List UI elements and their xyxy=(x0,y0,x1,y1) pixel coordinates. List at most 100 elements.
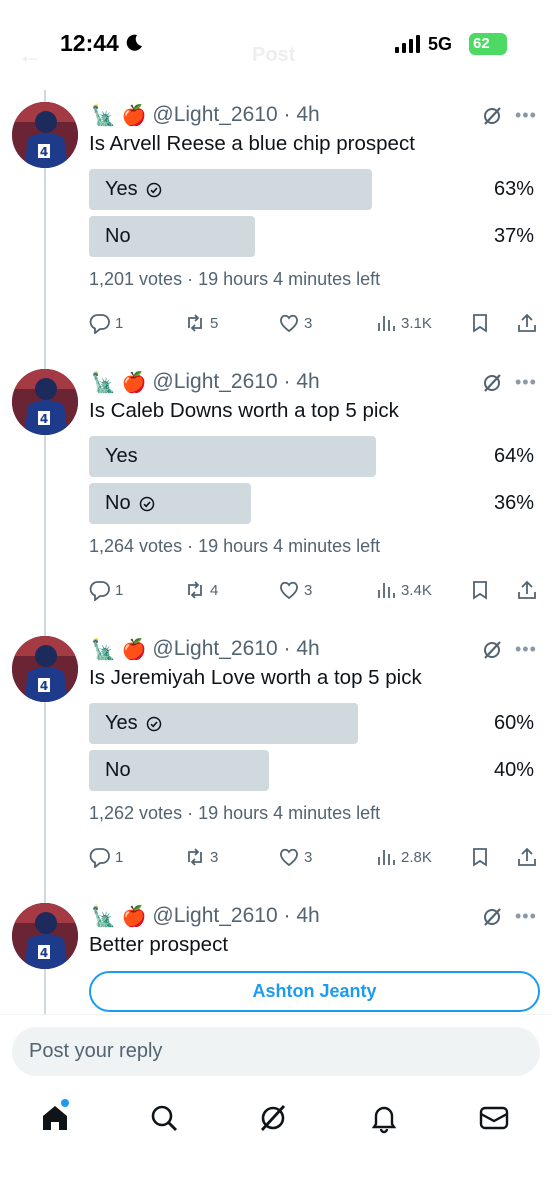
views-button[interactable]: 3.4K xyxy=(375,579,432,601)
bookmark-button[interactable] xyxy=(469,312,495,334)
messages-icon xyxy=(479,1106,509,1130)
poll-option-no[interactable]: No 36% xyxy=(89,483,538,524)
grok-icon[interactable] xyxy=(481,372,503,394)
poll-option-percent: 64% xyxy=(493,445,534,467)
like-button[interactable]: 3 xyxy=(278,846,312,868)
tab-grok[interactable] xyxy=(257,1102,289,1134)
post-header: ← Post xyxy=(0,42,552,72)
more-icon[interactable]: ••• xyxy=(515,105,539,125)
post-text: Is Arvell Reese a blue chip prospect xyxy=(89,132,415,155)
separator-dot: · xyxy=(277,103,297,126)
repost-button[interactable]: 5 xyxy=(184,312,218,334)
more-icon[interactable]: ••• xyxy=(515,906,539,926)
display-name-emoji: 🗽 🍎 xyxy=(91,905,147,928)
bookmark-button[interactable] xyxy=(469,579,495,601)
avatar[interactable]: 4 xyxy=(12,636,78,702)
post-header-line: 🗽 🍎 @Light_2610 · 4h xyxy=(91,369,320,395)
reply-icon xyxy=(89,848,110,868)
search-icon xyxy=(151,1105,177,1131)
reply-input[interactable] xyxy=(12,1027,540,1076)
views-icon xyxy=(378,316,395,331)
views-button[interactable]: 2.8K xyxy=(375,846,432,868)
poll-option-yes[interactable]: Yes 64% xyxy=(89,436,538,477)
poll-option-yes[interactable]: Yes 63% xyxy=(89,169,538,210)
more-icon[interactable]: ••• xyxy=(515,639,539,659)
post-header-line: 🗽 🍎 @Light_2610 · 4h xyxy=(91,102,320,128)
views-icon xyxy=(378,583,395,598)
thread-line xyxy=(44,90,46,1014)
avatar-image: 4 xyxy=(12,636,78,702)
views-icon xyxy=(378,850,395,865)
check-circle-icon xyxy=(146,182,161,197)
notifications-icon xyxy=(371,1106,397,1134)
poll-option-no[interactable]: No 37% xyxy=(89,216,538,257)
post-header-line: 🗽 🍎 @Light_2610 · 4h xyxy=(91,903,320,929)
tab-search[interactable] xyxy=(148,1102,180,1134)
bookmark-button[interactable] xyxy=(469,846,495,868)
grok-icon[interactable] xyxy=(481,105,503,127)
like-button[interactable]: 3 xyxy=(278,312,312,334)
reply-count: 1 xyxy=(115,581,124,599)
share-button[interactable] xyxy=(516,579,542,601)
avatar-image: 4 xyxy=(12,903,78,969)
separator-dot: · xyxy=(277,370,297,393)
like-button[interactable]: 3 xyxy=(278,579,312,601)
heart-icon xyxy=(280,848,298,867)
repost-icon xyxy=(188,314,202,332)
reply-button[interactable]: 1 xyxy=(89,846,123,868)
grok-icon xyxy=(260,1105,286,1131)
poll-meta: 1,201 votes · 19 hours 4 minutes left xyxy=(89,269,381,289)
user-handle[interactable]: @Light_2610 xyxy=(152,637,277,661)
avatar[interactable]: 4 xyxy=(12,102,78,168)
tab-messages[interactable] xyxy=(478,1102,510,1134)
reply-count: 1 xyxy=(115,848,124,866)
reply-bar xyxy=(0,1014,552,1090)
repost-count: 3 xyxy=(210,848,219,866)
post-time[interactable]: 4h xyxy=(296,637,319,661)
repost-button[interactable]: 4 xyxy=(184,579,218,601)
post-text: Is Caleb Downs worth a top 5 pick xyxy=(89,399,399,422)
unread-dot xyxy=(61,1099,69,1107)
like-count: 3 xyxy=(304,314,313,332)
post-text: Better prospect xyxy=(89,933,229,956)
poll-option-yes[interactable]: Yes 60% xyxy=(89,703,538,744)
heart-icon xyxy=(280,314,298,333)
poll-option-label: No xyxy=(105,492,131,514)
post-time[interactable]: 4h xyxy=(296,370,319,394)
share-button[interactable] xyxy=(516,846,542,868)
avatar[interactable]: 4 xyxy=(12,369,78,435)
poll-option-label: Yes xyxy=(105,445,138,467)
grok-icon[interactable] xyxy=(481,639,503,661)
svg-text:4: 4 xyxy=(40,412,48,426)
bookmark-icon xyxy=(473,314,487,333)
separator-dot: · xyxy=(277,637,297,660)
thread: 4 🗽 🍎 @Light_2610 · 4h ••• Is Arvell Ree… xyxy=(0,90,552,1014)
post-time[interactable]: 4h xyxy=(296,904,319,928)
repost-icon xyxy=(188,848,202,866)
share-button[interactable] xyxy=(516,312,542,334)
poll-option-percent: 60% xyxy=(493,712,534,734)
action-bar: 1 5 3 3.1K xyxy=(89,312,541,336)
reply-button[interactable]: 1 xyxy=(89,579,123,601)
poll-option-no[interactable]: No 40% xyxy=(89,750,538,791)
display-name-emoji: 🗽 🍎 xyxy=(91,104,147,127)
more-icon[interactable]: ••• xyxy=(515,372,539,392)
repost-button[interactable]: 3 xyxy=(184,846,218,868)
grok-icon[interactable] xyxy=(481,906,503,928)
poll-option-percent: 37% xyxy=(493,225,534,247)
avatar-image: 4 xyxy=(12,102,78,168)
svg-text:4: 4 xyxy=(40,679,48,693)
user-handle[interactable]: @Light_2610 xyxy=(152,370,277,394)
tab-notifications[interactable] xyxy=(368,1102,400,1134)
reply-button[interactable]: 1 xyxy=(89,312,123,334)
svg-text:4: 4 xyxy=(40,145,48,159)
avatar[interactable]: 4 xyxy=(12,903,78,969)
back-arrow-icon[interactable]: ← xyxy=(18,42,42,70)
user-handle[interactable]: @Light_2610 xyxy=(152,103,277,127)
user-handle[interactable]: @Light_2610 xyxy=(152,904,277,928)
header-title: Post xyxy=(252,44,296,66)
repost-icon xyxy=(188,581,202,599)
views-button[interactable]: 3.1K xyxy=(375,312,432,334)
post-time[interactable]: 4h xyxy=(296,103,319,127)
poll-choice-button[interactable]: Ashton Jeanty xyxy=(89,971,540,1012)
